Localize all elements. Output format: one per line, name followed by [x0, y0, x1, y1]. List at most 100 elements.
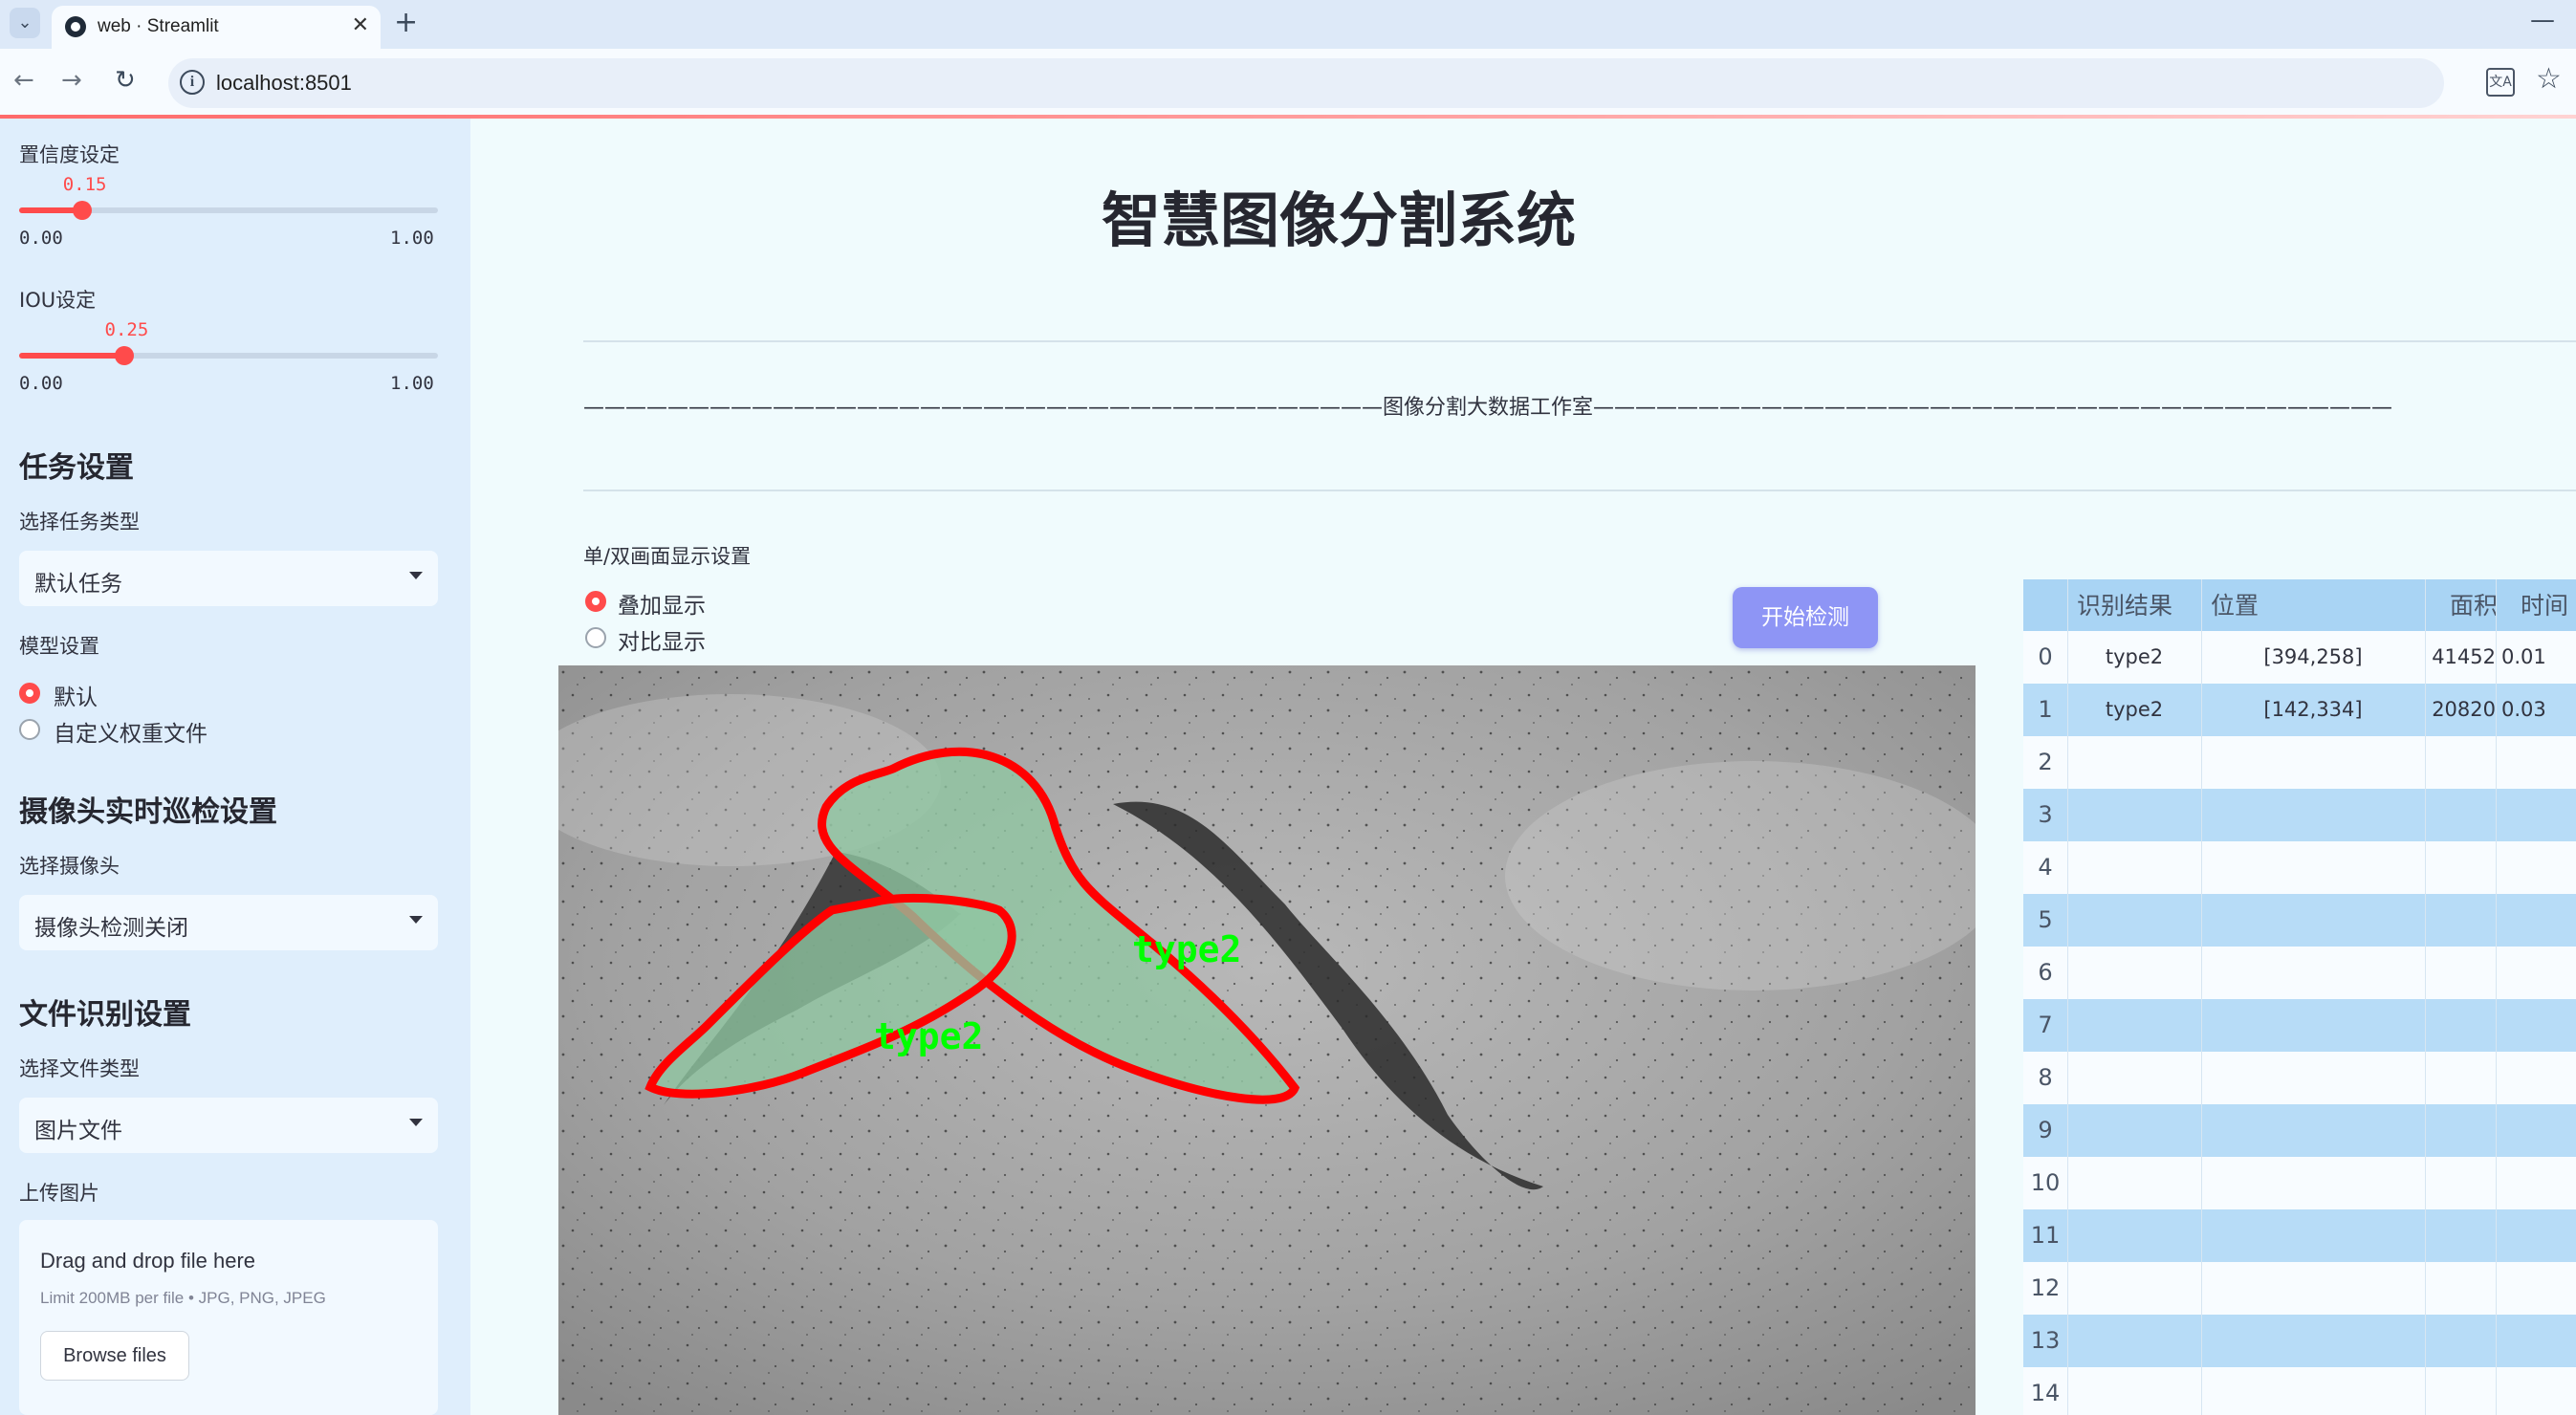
cell-time: [2501, 947, 2576, 999]
table-row[interactable]: 11: [2023, 1209, 2576, 1262]
cell-result: [2067, 999, 2201, 1052]
browse-files-button[interactable]: Browse files: [40, 1331, 189, 1381]
cell-result: [2067, 1157, 2201, 1209]
table-row[interactable]: 13: [2023, 1315, 2576, 1367]
task-type-label: 选择任务类型: [19, 511, 140, 533]
forward-arrow-icon[interactable]: →: [61, 66, 82, 95]
model-default-label[interactable]: 默认: [54, 679, 98, 711]
top-divider: [583, 340, 2576, 342]
header-time[interactable]: 时间: [2521, 579, 2576, 632]
cell-time: 0.03: [2501, 698, 2546, 721]
back-arrow-icon[interactable]: ←: [13, 66, 34, 95]
compare-display-radio[interactable]: [585, 627, 606, 648]
table-row[interactable]: 2: [2023, 736, 2576, 789]
table-row[interactable]: 7: [2023, 999, 2576, 1052]
row-index: 13: [2030, 1327, 2061, 1354]
table-row[interactable]: 10: [2023, 1157, 2576, 1209]
table-row[interactable]: 6: [2023, 947, 2576, 999]
header-result[interactable]: 识别结果: [2067, 579, 2201, 632]
bookmark-star-icon[interactable]: ☆: [2536, 62, 2562, 96]
reload-icon[interactable]: ↻: [115, 66, 136, 95]
header-position[interactable]: 位置: [2201, 579, 2425, 632]
tab-list-dropdown-icon[interactable]: ⌄: [10, 8, 40, 38]
model-custom-radio[interactable]: [19, 719, 40, 740]
camera-select-label: 选择摄像头: [19, 855, 120, 878]
start-detection-button[interactable]: 开始检测: [1733, 587, 1878, 648]
tab-title: web · Streamlit: [98, 16, 219, 36]
table-header-row: 识别结果 位置 面积 时间: [2023, 579, 2576, 631]
url-field[interactable]: i localhost:8501: [168, 58, 2444, 108]
cell-result: [2067, 947, 2201, 999]
overlay-display-label[interactable]: 叠加显示: [618, 587, 706, 620]
compare-display-label[interactable]: 对比显示: [618, 623, 706, 656]
cell-area: [2425, 1367, 2496, 1415]
cell-area: [2425, 999, 2496, 1052]
model-default-radio[interactable]: [19, 683, 40, 704]
cell-result: [2067, 789, 2201, 841]
new-tab-icon[interactable]: +: [394, 6, 418, 39]
cell-time: [2501, 841, 2576, 894]
file-dropzone[interactable]: Drag and drop file here Limit 200MB per …: [19, 1220, 438, 1415]
cell-time: [2501, 1262, 2576, 1315]
confidence-slider-thumb[interactable]: [72, 201, 92, 220]
header-area[interactable]: 面积: [2450, 579, 2521, 632]
task-type-select[interactable]: 默认任务: [19, 551, 438, 606]
window-minimize-icon[interactable]: —: [2530, 6, 2555, 34]
tab-close-icon[interactable]: ✕: [352, 13, 369, 37]
cell-area: [2425, 1315, 2496, 1367]
cell-result: type2: [2105, 698, 2164, 721]
cell-area: 20820: [2432, 698, 2496, 721]
cell-position: [2201, 1157, 2425, 1209]
cell-time: [2501, 894, 2576, 947]
cell-result: [2067, 894, 2201, 947]
cell-area: [2425, 1157, 2496, 1209]
translate-icon[interactable]: 文A: [2486, 68, 2515, 97]
table-column-divider: [2425, 579, 2426, 1415]
cell-area: [2425, 1052, 2496, 1104]
model-custom-label[interactable]: 自定义权重文件: [54, 715, 207, 748]
table-index-header: [2023, 579, 2067, 632]
cell-area: [2425, 736, 2496, 789]
overlay-display-radio[interactable]: [585, 591, 606, 612]
streamlit-favicon-icon: [65, 16, 86, 37]
cell-time: [2501, 999, 2576, 1052]
page-title: 智慧图像分割系统: [1101, 185, 1576, 255]
file-type-value: 图片文件: [34, 1119, 122, 1143]
confidence-slider[interactable]: [19, 201, 438, 220]
cell-area: [2425, 947, 2496, 999]
camera-select-value: 摄像头检测关闭: [34, 916, 188, 941]
cell-area: [2425, 894, 2496, 947]
cell-result: [2067, 1315, 2201, 1367]
table-row[interactable]: 3: [2023, 789, 2576, 841]
cell-area: [2425, 841, 2496, 894]
table-row[interactable]: 0 type2 [394,258] 41452 0.01: [2023, 631, 2576, 684]
table-row[interactable]: 8: [2023, 1052, 2576, 1104]
table-row[interactable]: 12: [2023, 1262, 2576, 1315]
cell-time: 0.01: [2501, 645, 2546, 668]
cell-area: [2425, 1104, 2496, 1157]
iou-slider-thumb[interactable]: [114, 346, 134, 365]
file-type-select[interactable]: 图片文件: [19, 1098, 438, 1153]
cell-time: [2501, 1052, 2576, 1104]
site-info-icon[interactable]: i: [180, 70, 205, 95]
browser-tab[interactable]: web · Streamlit ✕: [52, 6, 381, 49]
cell-result: type2: [2105, 645, 2164, 668]
iou-slider[interactable]: [19, 346, 438, 365]
segmentation-canvas: type2 type2: [558, 665, 1976, 1415]
cell-time: [2501, 1157, 2576, 1209]
confidence-value: 0.15: [62, 174, 107, 195]
table-row[interactable]: 14: [2023, 1367, 2576, 1415]
table-row[interactable]: 1 type2 [142,334] 20820 0.03: [2023, 684, 2576, 736]
row-index: 4: [2038, 854, 2053, 881]
cell-area: [2425, 1262, 2496, 1315]
table-row[interactable]: 4: [2023, 841, 2576, 894]
url-text[interactable]: localhost:8501: [216, 71, 352, 96]
chevron-down-icon: [409, 916, 423, 924]
cell-position: [2201, 1262, 2425, 1315]
camera-select[interactable]: 摄像头检测关闭: [19, 895, 438, 950]
table-row[interactable]: 5: [2023, 894, 2576, 947]
cell-result: [2067, 841, 2201, 894]
results-table[interactable]: 识别结果 位置 面积 时间 0 type2 [394,258] 41452 0.01 1 t…: [2023, 579, 2576, 1415]
iou-value: 0.25: [104, 319, 149, 340]
table-row[interactable]: 9: [2023, 1104, 2576, 1157]
